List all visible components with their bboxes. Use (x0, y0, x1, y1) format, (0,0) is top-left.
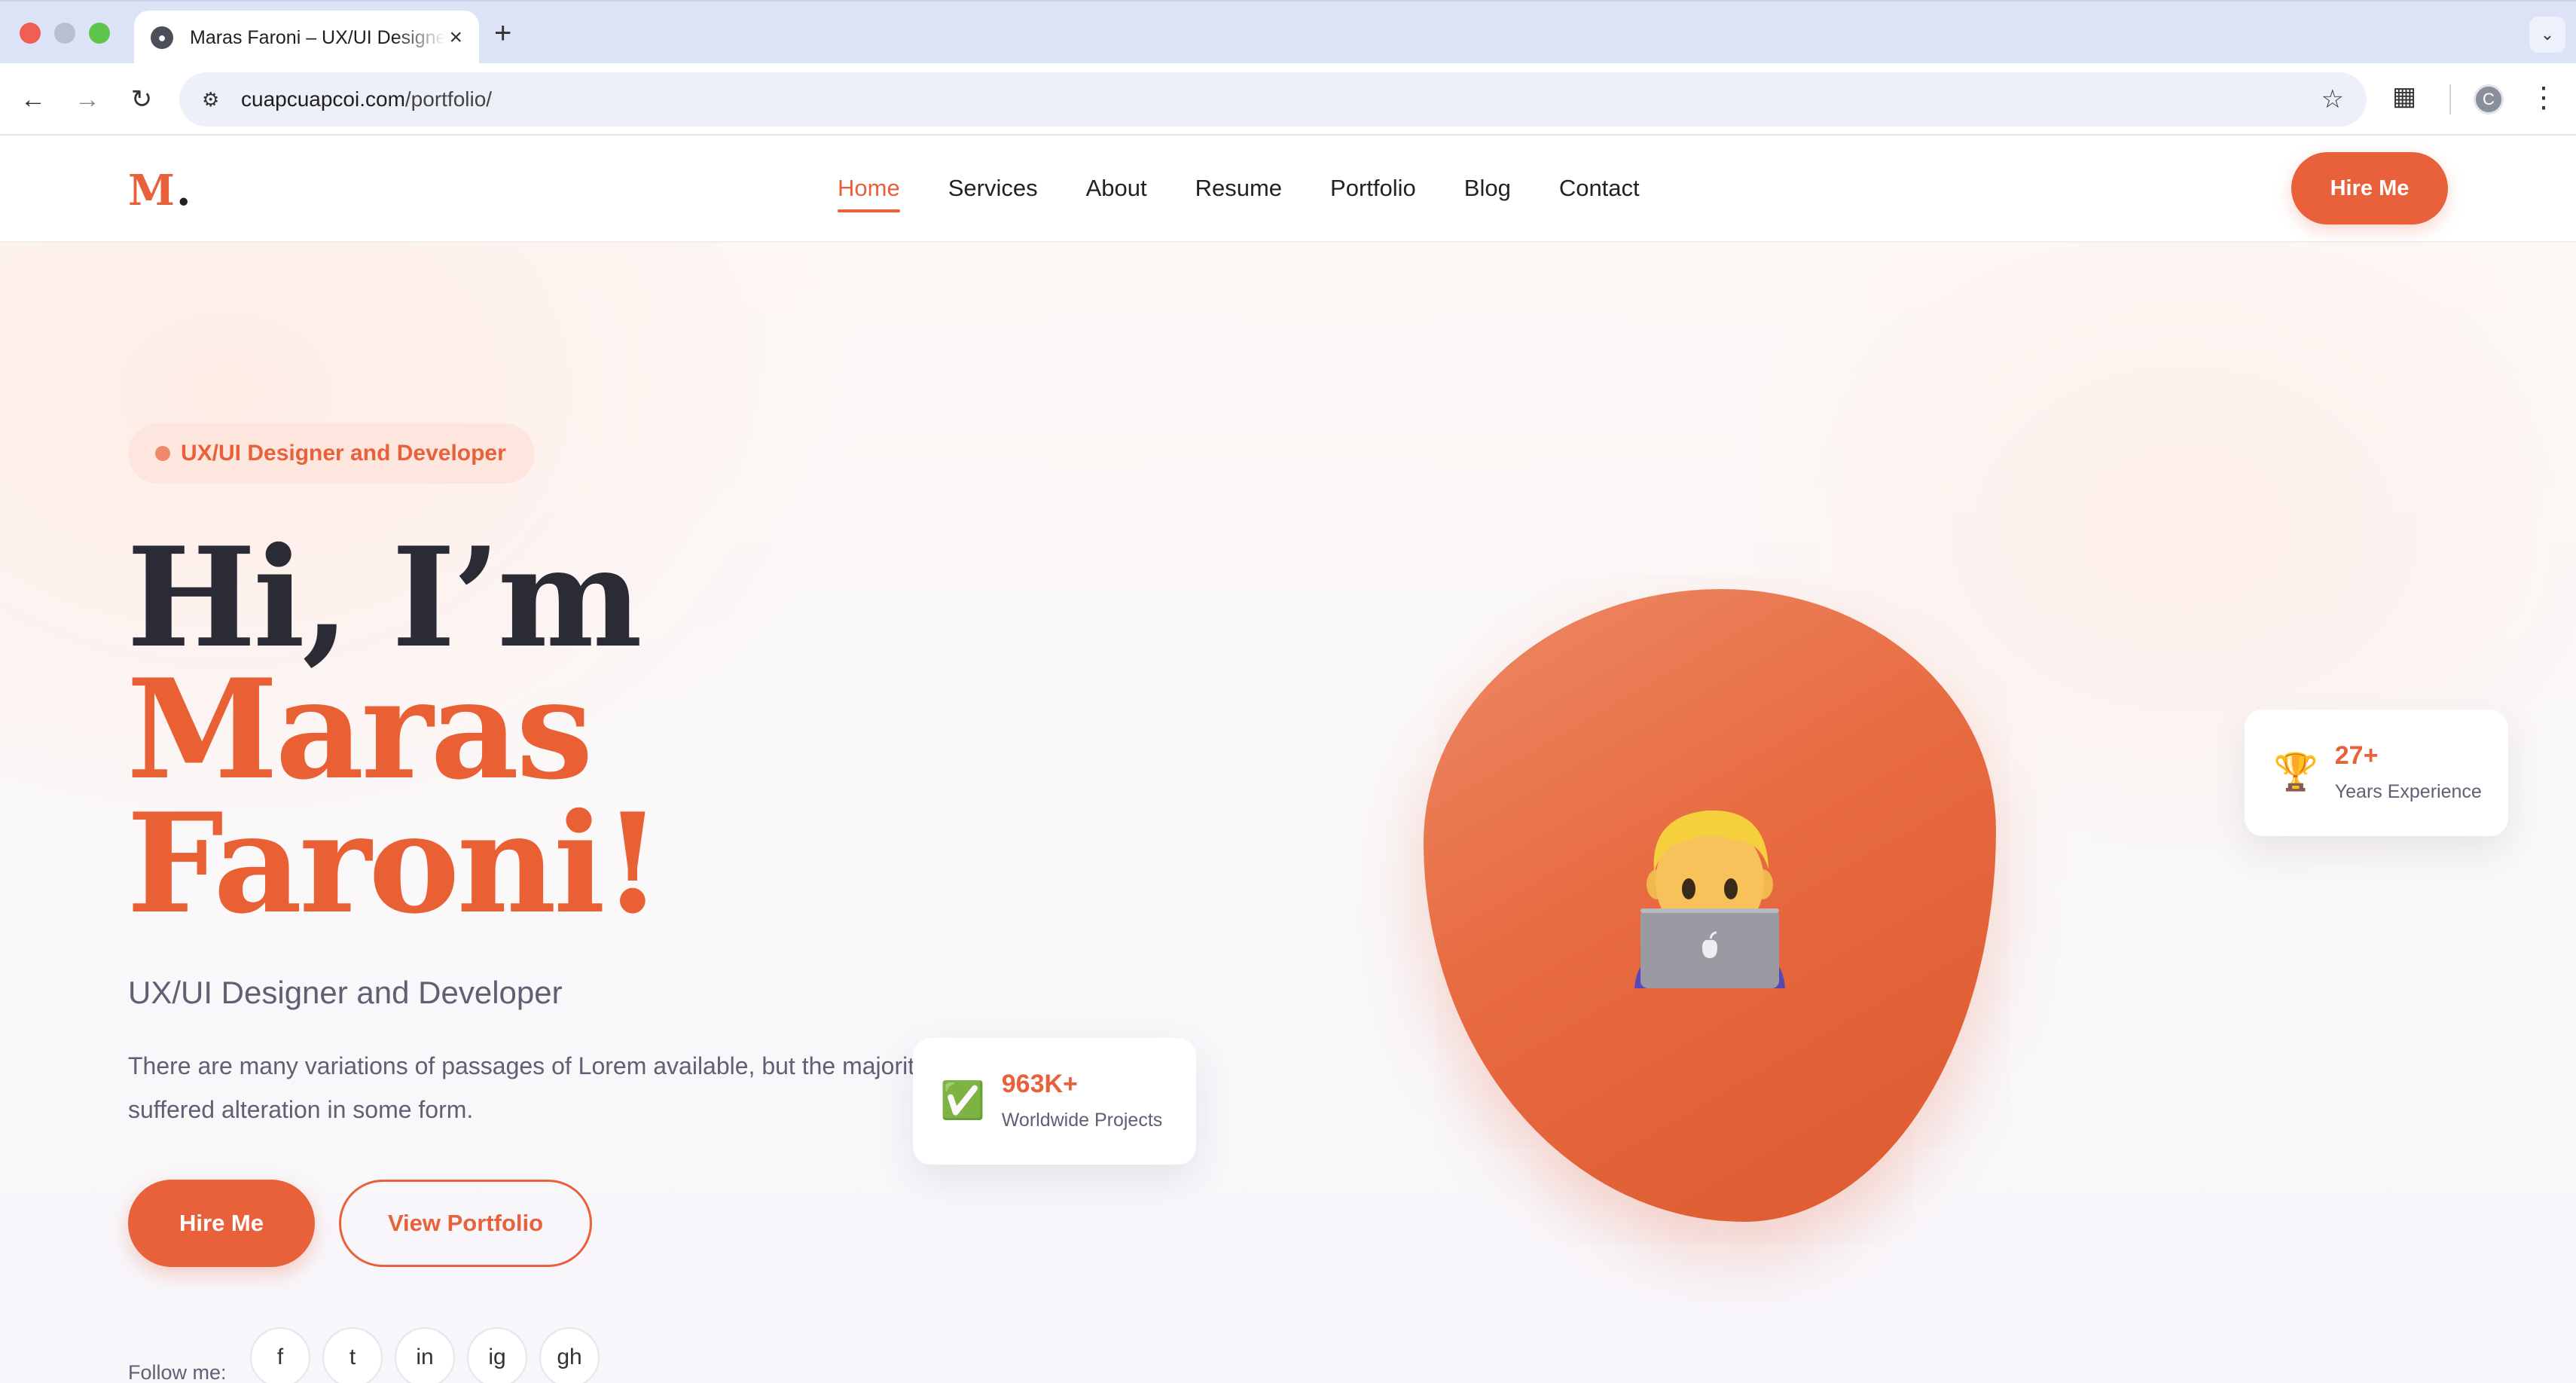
nav-portfolio[interactable]: Portfolio (1330, 173, 1416, 203)
logo-letter: M (128, 166, 176, 215)
trophy-icon: 🏆 (2273, 753, 2318, 792)
forward-icon[interactable]: → (68, 80, 107, 119)
avatar[interactable]: C (2474, 84, 2504, 114)
nav-blog[interactable]: Blog (1464, 173, 1511, 203)
hire-me-button[interactable]: Hire Me (128, 1180, 315, 1267)
experience-value: 27+ (2334, 741, 2379, 770)
main-nav: Home Services About Resume Portfolio Blo… (838, 173, 1688, 212)
facebook-link[interactable]: f (250, 1327, 310, 1383)
window-maximize-button[interactable] (89, 23, 110, 44)
browser-tab-bar: ● Maras Faroni – UX/UI Designer × + ⌄ (0, 0, 2576, 65)
projects-label: Worldwide Projects (1001, 1110, 1163, 1131)
extensions-icon[interactable]: ▦ (2392, 81, 2416, 111)
back-icon[interactable]: ← (14, 80, 53, 119)
projects-stat-card: ✅ 963K+ Worldwide Projects (913, 1038, 1196, 1165)
window-minimize-button[interactable] (54, 23, 75, 44)
site-header: M. Home Services About Resume Portfolio … (0, 136, 2576, 243)
kebab-menu-icon[interactable]: ⋮ (2529, 78, 2558, 118)
instagram-link[interactable]: ig (467, 1327, 527, 1383)
browser-toolbar: ← → ↻ ⚙ cuapcuapcoi.com/portfolio/ ☆ (0, 63, 2576, 136)
toolbar-divider (2449, 84, 2451, 114)
url-host: cuapcuapcoi.com (241, 87, 405, 111)
nav-services[interactable]: Services (948, 173, 1038, 203)
hero-subtitle: UX/UI Designer and Developer (128, 975, 563, 1010)
plus-icon[interactable]: + (494, 15, 511, 51)
site-info-icon[interactable]: ⚙ (202, 88, 224, 111)
follow-label: Follow me: (128, 1361, 227, 1383)
man-technologist-icon (1634, 810, 1785, 988)
hero-heading-greeting: Hi, I’m (127, 517, 642, 678)
nav-about[interactable]: About (1086, 173, 1147, 203)
chevron-down-icon[interactable]: ⌄ (2529, 17, 2565, 53)
badge-dot-icon (155, 446, 170, 461)
nav-contact[interactable]: Contact (1559, 173, 1640, 203)
experience-stat-card: 🏆 27+ Years Experience (2245, 710, 2508, 836)
url-text[interactable]: cuapcuapcoi.com/portfolio/ (241, 87, 492, 111)
address-bar[interactable]: ⚙ cuapcuapcoi.com/portfolio/ ☆ (179, 72, 2367, 127)
close-icon[interactable]: × (449, 26, 462, 49)
hero-heading-last-name: Faroni! (127, 783, 663, 944)
globe-icon: ● (151, 26, 173, 49)
nav-home[interactable]: Home (838, 173, 900, 212)
url-path: /portfolio/ (404, 87, 493, 111)
view-portfolio-button[interactable]: View Portfolio (339, 1180, 592, 1267)
star-icon[interactable]: ☆ (2321, 84, 2344, 114)
role-badge: UX/UI Designer and Developer (128, 423, 535, 484)
hero-description: There are many variations of passages of… (128, 1052, 986, 1123)
hero-heading-first-name: Maras (127, 649, 594, 810)
hero-section: UX/UI Designer and Developer Hi, I’m Mar… (0, 243, 2576, 1383)
github-link[interactable]: gh (539, 1327, 600, 1383)
linkedin-link[interactable]: in (395, 1327, 455, 1383)
projects-value: 963K+ (1001, 1070, 1078, 1098)
twitter-link[interactable]: t (322, 1327, 383, 1383)
logo[interactable]: M. (128, 166, 193, 215)
browser-tab-active[interactable]: ● Maras Faroni – UX/UI Designer × (134, 11, 479, 65)
window-close-button[interactable] (20, 23, 41, 44)
hire-me-header-button[interactable]: Hire Me (2291, 152, 2448, 224)
nav-resume[interactable]: Resume (1195, 173, 1282, 203)
tab-title: Maras Faroni – UX/UI Designer (190, 26, 446, 48)
badge-label: UX/UI Designer and Developer (181, 441, 506, 466)
logo-dot: . (176, 166, 193, 215)
experience-label: Years Experience (2334, 781, 2482, 802)
check-mark-icon: ✅ (940, 1081, 985, 1121)
reload-icon[interactable]: ↻ (122, 80, 161, 119)
